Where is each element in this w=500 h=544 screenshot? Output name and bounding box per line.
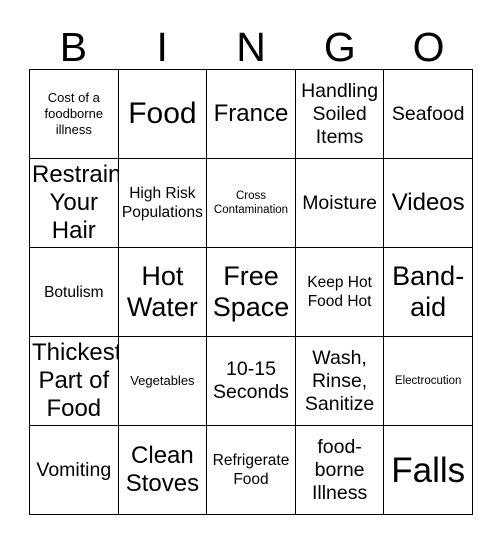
header-letter-n: N [236, 24, 266, 70]
bingo-cell-label: Food [128, 97, 197, 130]
header-letter-i: I [156, 24, 168, 70]
bingo-cell-n2[interactable]: Cross Contamination [207, 159, 296, 248]
bingo-cell-g4[interactable]: Wash, Rinse, Sanitize [295, 337, 385, 426]
bingo-cell-label: Moisture [302, 191, 377, 214]
bingo-card: B I N G O Cost of a foodborne illness Fo… [29, 8, 473, 515]
bingo-cell-o2[interactable]: Videos [384, 159, 473, 248]
bingo-cell-label: Clean Stoves [125, 442, 200, 497]
bingo-cell-o5[interactable]: Falls [384, 426, 473, 515]
header-letter-o: O [412, 24, 445, 70]
bingo-cell-label: Botulism [44, 283, 104, 301]
bingo-row: Restrain Your Hair High Risk Populations… [30, 159, 473, 248]
bingo-grid: Cost of a foodborne illness Food France … [29, 69, 473, 515]
bingo-cell-label: Vomiting [36, 458, 112, 481]
bingo-cell-n5[interactable]: Refrigerate Food [207, 426, 296, 515]
bingo-cell-i1[interactable]: Food [118, 70, 208, 159]
bingo-cell-o1[interactable]: Seafood [384, 70, 473, 159]
bingo-cell-i5[interactable]: Clean Stoves [118, 426, 208, 515]
bingo-cell-n1[interactable]: France [207, 70, 296, 159]
bingo-cell-b5[interactable]: Vomiting [30, 426, 119, 515]
bingo-cell-label: food-borne Illness [311, 435, 368, 504]
bingo-cell-b4[interactable]: Thickest Part of Food [30, 337, 119, 426]
bingo-cell-g3[interactable]: Keep Hot Food Hot [295, 248, 385, 337]
bingo-cell-b2[interactable]: Restrain Your Hair [30, 159, 119, 248]
header-letter-b: B [59, 24, 88, 70]
bingo-cell-label: Falls [391, 450, 466, 490]
bingo-row: Vomiting Clean Stoves Refrigerate Food f… [30, 426, 473, 515]
bingo-cell-label: 10-15 Seconds [213, 358, 289, 403]
bingo-cell-g1[interactable]: Handling Soiled Items [295, 70, 385, 159]
bingo-cell-label: Hot Water [126, 261, 198, 322]
bingo-row: Thickest Part of Food Vegetables 10-15 S… [30, 337, 473, 426]
bingo-cell-label: Restrain Your Hair [32, 161, 119, 244]
bingo-cell-o4[interactable]: Electrocution [384, 337, 473, 426]
bingo-cell-label: Electrocution [394, 375, 462, 387]
bingo-cell-label: Handling Soiled Items [301, 79, 379, 148]
bingo-cell-label: Vegetables [130, 373, 195, 388]
bingo-header-row: B I N G O [29, 8, 473, 69]
bingo-cell-label: France [213, 100, 289, 127]
bingo-row: Cost of a foodborne illness Food France … [30, 70, 473, 159]
bingo-cell-label: Band-aid [392, 261, 465, 322]
bingo-cell-o3[interactable]: Band-aid [384, 248, 473, 337]
bingo-cell-label: Refrigerate Food [212, 452, 290, 488]
bingo-cell-b3[interactable]: Botulism [30, 248, 119, 337]
bingo-cell-g2[interactable]: Moisture [295, 159, 385, 248]
bingo-cell-label: Wash, Rinse, Sanitize [304, 346, 375, 415]
bingo-cell-label: Free Space [212, 261, 290, 322]
bingo-cell-label: Cost of a foodborne illness [44, 90, 104, 137]
bingo-cell-free-space[interactable]: Free Space [207, 248, 296, 337]
bingo-cell-label: Cross Contamination [213, 190, 289, 216]
bingo-cell-b1[interactable]: Cost of a foodborne illness [30, 70, 119, 159]
bingo-cell-i3[interactable]: Hot Water [118, 248, 208, 337]
header-letter-g: G [323, 24, 356, 70]
bingo-cell-i4[interactable]: Vegetables [118, 337, 208, 426]
bingo-cell-g5[interactable]: food-borne Illness [295, 426, 385, 515]
bingo-cell-i2[interactable]: High Risk Populations [118, 159, 208, 248]
bingo-cell-label: Videos [391, 189, 465, 216]
bingo-cell-label: Thickest Part of Food [32, 339, 119, 422]
bingo-cell-label: High Risk Populations [121, 185, 203, 221]
bingo-cell-label: Seafood [391, 102, 465, 125]
bingo-cell-n4[interactable]: 10-15 Seconds [207, 337, 296, 426]
bingo-row: Botulism Hot Water Free Space Keep Hot F… [30, 248, 473, 337]
bingo-cell-label: Keep Hot Food Hot [307, 274, 372, 310]
